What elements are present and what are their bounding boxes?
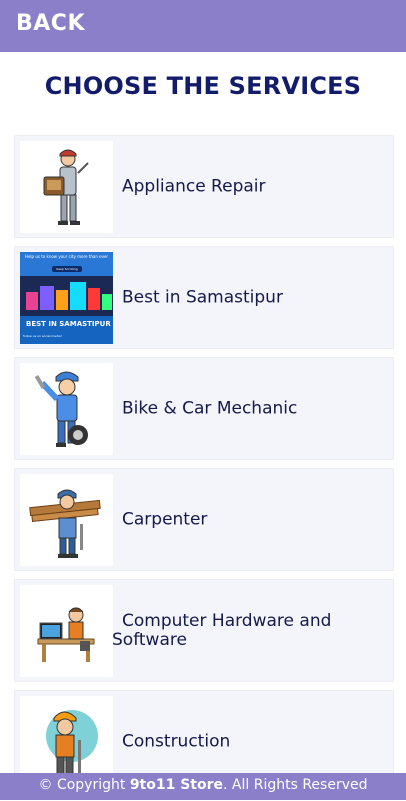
technician-icon [20,141,113,233]
computer-technician-icon [20,585,113,677]
service-label: Bike & Car Mechanic [122,398,298,418]
service-label: Best in Samastipur [122,287,283,307]
footer-prefix: © Copyright [38,777,130,793]
banner-top-text: Help us to know your city more than ever [24,254,109,259]
services-list: Appliance Repair Help us to know your ci… [14,135,394,801]
carpenter-icon [20,474,113,566]
banner-caption: BEST IN SAMASTIPUR [26,320,111,328]
service-card-best-in-samastipur[interactable]: Help us to know your city more than ever… [14,246,394,349]
page-title: CHOOSE THE SERVICES [44,72,362,100]
service-label: Construction [122,731,231,751]
service-card-carpenter[interactable]: Carpenter [14,468,394,571]
back-button[interactable]: BACK [16,11,85,36]
footer-brand[interactable]: 9to11 Store [130,777,223,793]
mechanic-icon [20,363,113,455]
top-bar: BACK [0,0,406,52]
samastipur-banner-image: Help us to know your city more than ever… [20,252,113,344]
footer: © Copyright 9to11 Store. All Rights Rese… [0,773,406,800]
banner-sub-caption: follow us on social media! [23,334,62,338]
service-label: Computer Hardware and Software [112,610,332,650]
banner-button-text: Keep Scrolling [56,267,78,271]
service-card-computer-hardware-software[interactable]: Computer Hardware and Software [14,579,394,682]
service-card-appliance-repair[interactable]: Appliance Repair [14,135,394,238]
footer-suffix: . All Rights Reserved [223,777,368,793]
service-label: Carpenter [122,509,208,529]
service-card-bike-car-mechanic[interactable]: Bike & Car Mechanic [14,357,394,460]
service-label: Appliance Repair [122,176,266,196]
